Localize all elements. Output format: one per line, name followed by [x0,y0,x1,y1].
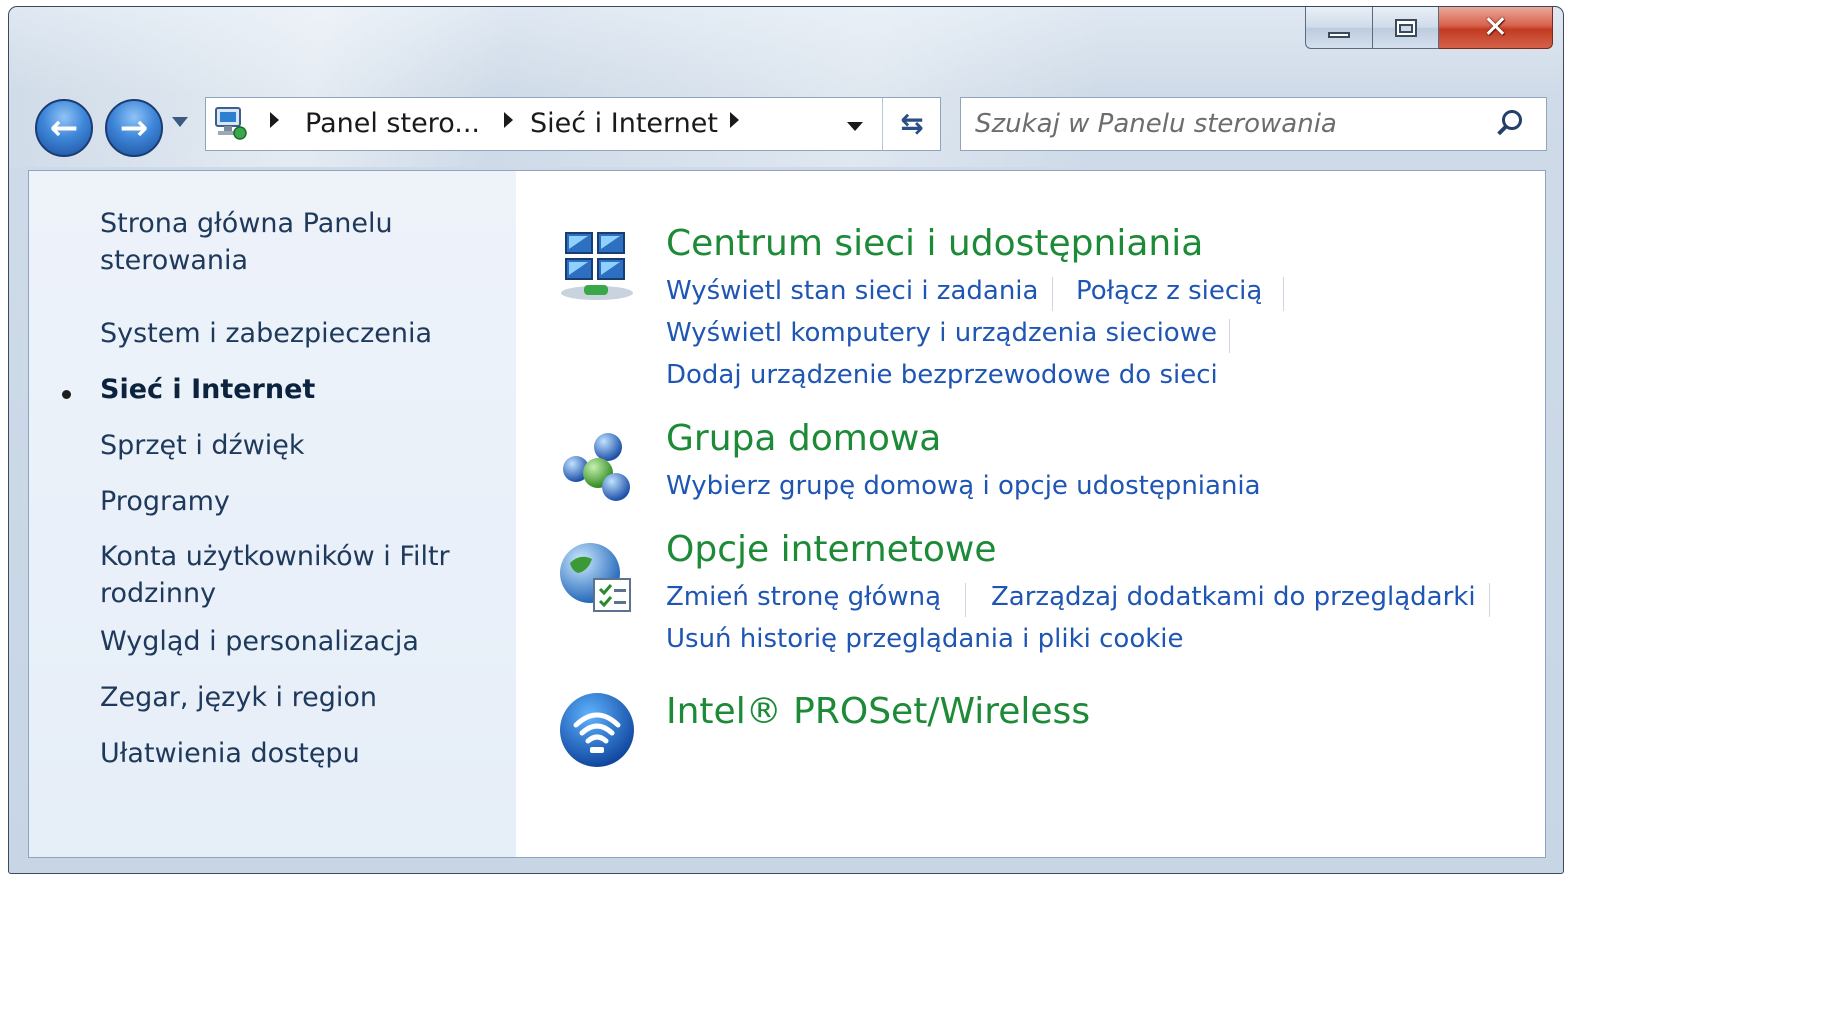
minimize-button[interactable] [1305,7,1373,49]
link-separator [1052,277,1053,311]
sidebar-item-user-accounts[interactable]: Konta użytkowników i Filtr [100,538,450,575]
link-connect-to-network[interactable]: Połącz z siecią [1076,276,1262,306]
link-separator [965,583,966,617]
link-separator [1283,277,1284,311]
maximize-icon [1394,18,1417,37]
category-title-homegroup[interactable]: Grupa domowa [666,418,941,459]
refresh-button[interactable]: ⇆ [892,106,932,142]
recent-pages-dropdown[interactable] [172,117,188,127]
content-area: Strona główna Panelu sterowania System i… [28,170,1546,858]
link-view-network-status[interactable]: Wyświetl stan sieci i zadania [666,276,1038,306]
arrow-left-icon: ← [49,108,79,148]
forward-button[interactable]: → [105,99,163,157]
control-panel-icon [215,107,247,140]
sidebar-item-hardware-sound[interactable]: Sprzęt i dźwięk [100,427,305,464]
sidebar: Strona główna Panelu sterowania System i… [29,171,516,857]
homegroup-icon[interactable] [558,429,636,507]
link-add-wireless-device[interactable]: Dodaj urządzenie bezprzewodowe do sieci [666,360,1218,390]
sidebar-item-home[interactable]: Strona główna Panelu [100,205,393,242]
active-bullet-icon [62,390,71,399]
navigation-toolbar: ← → Panel stero... Sieć i Internet ⇆ [9,75,1563,157]
breadcrumb-arrow-icon[interactable] [730,112,739,128]
sidebar-item-home-line2[interactable]: sterowania [100,242,248,279]
link-change-home-page[interactable]: Zmień stronę główną [666,582,941,612]
sidebar-item-user-accounts-line2[interactable]: rodzinny [100,575,216,612]
wireless-icon[interactable] [558,691,636,769]
arrow-right-icon: → [119,108,149,148]
network-center-icon[interactable] [558,229,636,307]
close-icon: ✕ [1482,9,1509,45]
caption-buttons: ✕ [1305,7,1553,53]
link-view-network-computers[interactable]: Wyświetl komputery i urządzenia sieciowe [666,318,1217,348]
link-choose-homegroup[interactable]: Wybierz grupę domową i opcje udostępnian… [666,471,1261,501]
address-dropdown-icon[interactable] [847,122,863,131]
breadcrumb-arrow-icon[interactable] [504,112,513,128]
category-title-internet-options[interactable]: Opcje internetowe [666,529,997,570]
sidebar-item-clock-language[interactable]: Zegar, język i region [100,679,377,716]
search-icon[interactable] [1502,110,1522,130]
category-title-network-center[interactable]: Centrum sieci i udostępniania [666,223,1203,264]
link-separator [1229,319,1230,353]
close-button[interactable]: ✕ [1439,7,1553,49]
sidebar-item-appearance[interactable]: Wygląd i personalizacja [100,623,419,660]
category-title-intel-wireless[interactable]: Intel® PROSet/Wireless [666,691,1090,732]
minimize-icon [1328,31,1350,38]
sidebar-item-ease-of-access[interactable]: Ułatwienia dostępu [100,735,360,772]
main-panel: Centrum sieci i udostępniania Wyświetl s… [516,171,1545,857]
control-panel-window: ✕ ← → Panel stero... Sieć i Internet ⇆ S… [8,6,1564,874]
link-manage-addons[interactable]: Zarządzaj dodatkami do przeglądarki [991,582,1476,612]
search-box [960,97,1547,151]
link-delete-history[interactable]: Usuń historię przeglądania i pliki cooki… [666,624,1184,654]
sidebar-item-programs[interactable]: Programy [100,483,230,520]
link-separator [1489,583,1490,617]
address-bar[interactable]: Panel stero... Sieć i Internet ⇆ [205,97,941,151]
search-input[interactable] [975,106,1475,142]
breadcrumb-network-internet[interactable]: Sieć i Internet [530,108,718,139]
internet-options-icon[interactable] [558,539,636,617]
breadcrumb-arrow-icon[interactable] [270,112,279,128]
sidebar-item-network-internet[interactable]: Sieć i Internet [100,371,315,408]
maximize-button[interactable] [1373,7,1439,49]
refresh-icon: ⇆ [900,107,924,140]
address-separator [882,98,883,150]
sidebar-item-system-security[interactable]: System i zabezpieczenia [100,315,432,352]
back-button[interactable]: ← [35,99,93,157]
breadcrumb-control-panel[interactable]: Panel stero... [305,108,480,139]
